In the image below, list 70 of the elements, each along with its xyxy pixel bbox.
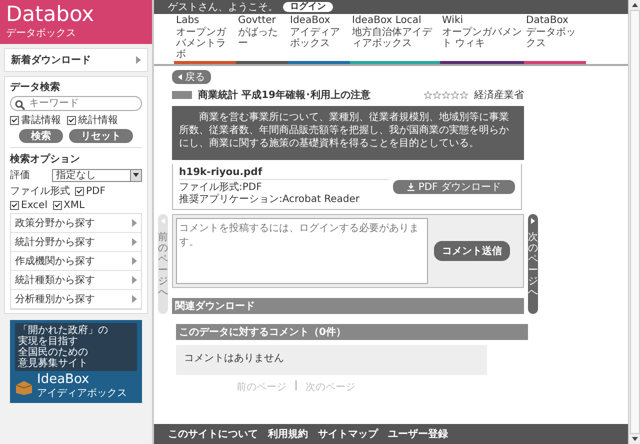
search-panel-button[interactable]: リセット	[69, 129, 133, 143]
recommended-app-text: 推奨アプリケーション:Acrobat Reader	[179, 194, 361, 206]
login-button[interactable]: ログイン	[283, 2, 333, 12]
caret-icon	[132, 257, 137, 265]
search-heading: データ検索	[10, 80, 61, 94]
rating-label: 評価	[10, 168, 31, 182]
checkbox-label: PDF	[86, 186, 106, 196]
scrollbar[interactable]	[628, 0, 640, 444]
right-arrow-icon	[531, 218, 535, 224]
checkbox-label: XML	[64, 200, 85, 211]
category-marker	[172, 91, 192, 99]
checkbox[interactable]	[75, 186, 84, 196]
no-comments-text: コメントはありません	[176, 345, 487, 375]
pdf-download-button[interactable]: PDF ダウンロード	[393, 180, 515, 194]
search-panel-button[interactable]: 検索	[19, 129, 63, 143]
next-page-tab[interactable]: 次のページへ	[528, 214, 538, 314]
logo-banner[interactable]: Databox データボックス	[0, 0, 152, 44]
description-text: 商業を営む事業所について、業種別、従業者規模別、地域別等に事業所数、従業者数、年間商品販売額等を把握し、我が国商業の実態を明らかにし、商業に関する施策の基礎資料を得ることを目的としている。	[172, 106, 524, 160]
search-icon	[15, 100, 25, 110]
caret-icon	[132, 238, 137, 246]
site-nav-tab[interactable]: Govtter がばったー	[236, 15, 288, 64]
comment-submit-button[interactable]: コメント送信	[434, 241, 510, 261]
browse-link[interactable]: 統計分野から探す	[11, 233, 141, 252]
pagination-separator: |	[294, 380, 298, 393]
caret-icon	[132, 219, 137, 227]
browse-link[interactable]: 統計種類から探す	[11, 271, 141, 290]
browse-link[interactable]: 作成機関から探す	[11, 252, 141, 271]
site-nav-tab[interactable]: IdeaBox アイディアボックス	[288, 15, 350, 64]
options-heading: 検索オプション	[10, 152, 81, 166]
checkbox[interactable]	[52, 201, 62, 210]
checkbox[interactable]	[10, 116, 19, 124]
box-icon	[15, 378, 33, 394]
file-format-text: ファイル形式:PDF	[179, 182, 263, 194]
rating-select[interactable]: 指定なし	[52, 168, 142, 182]
keyword-field[interactable]: キーワード	[10, 96, 142, 111]
comments-heading: このデータに対するコメント（0件）	[176, 324, 528, 340]
file-name: h19k-riyou.pdf	[179, 167, 389, 180]
new-downloads-link[interactable]: 新着ダウンロード	[4, 48, 148, 72]
ad-banner[interactable]: 「開かれた政府」の 実現を目指す 全国民のための 意見募集サイト IdeaBox アイディアボックス	[10, 320, 142, 403]
caret-icon	[136, 56, 141, 64]
greeting-text: ゲストさん、ようこそ。	[168, 1, 278, 14]
footer-link[interactable]: サイトマップ	[318, 427, 378, 441]
footer-link[interactable]: このサイトについて	[168, 427, 258, 441]
checkbox-label: 書誌情報	[21, 114, 61, 127]
back-button[interactable]: 戻る	[172, 70, 211, 84]
checkbox-label: Excel	[21, 200, 48, 211]
download-icon	[407, 182, 416, 190]
left-arrow-icon	[178, 74, 182, 80]
record-title: 商業統計 平成19年確報･利用上の注意	[198, 88, 372, 102]
site-nav-tab[interactable]: Wiki オープンガバメント ウィキ	[440, 15, 524, 64]
related-downloads-heading: 関連ダウンロード	[172, 298, 524, 314]
browse-link[interactable]: 政策分野から探す	[11, 214, 141, 233]
scroll-up-icon[interactable]	[632, 3, 638, 7]
file-format-label: ファイル形式	[10, 184, 70, 198]
footer-link[interactable]: 利用規約	[268, 427, 308, 441]
checkbox[interactable]	[10, 201, 19, 210]
caret-icon	[132, 276, 137, 284]
site-nav-tab[interactable]: DataBox データボックス	[524, 15, 586, 64]
site-nav-tab[interactable]: IdeaBox Local 地方自治体アイディアボックス	[350, 15, 440, 64]
comment-field[interactable]: コメントを投稿するには、ログインする必要があります。	[176, 218, 428, 284]
dropdown-arrow-icon	[133, 173, 139, 177]
star-rating[interactable]	[424, 91, 468, 99]
publisher-text: 経済産業省	[474, 88, 524, 102]
checkbox[interactable]	[67, 116, 76, 124]
checkbox-label: 統計情報	[78, 114, 118, 127]
browse-link[interactable]: 分析種別から探す	[11, 290, 141, 309]
scroll-down-icon[interactable]	[632, 437, 638, 441]
site-nav-tab[interactable]: Labs オープンガバメントラボ	[174, 15, 236, 64]
footer-link[interactable]: ユーザー登録	[388, 427, 448, 441]
caret-icon	[132, 295, 137, 303]
